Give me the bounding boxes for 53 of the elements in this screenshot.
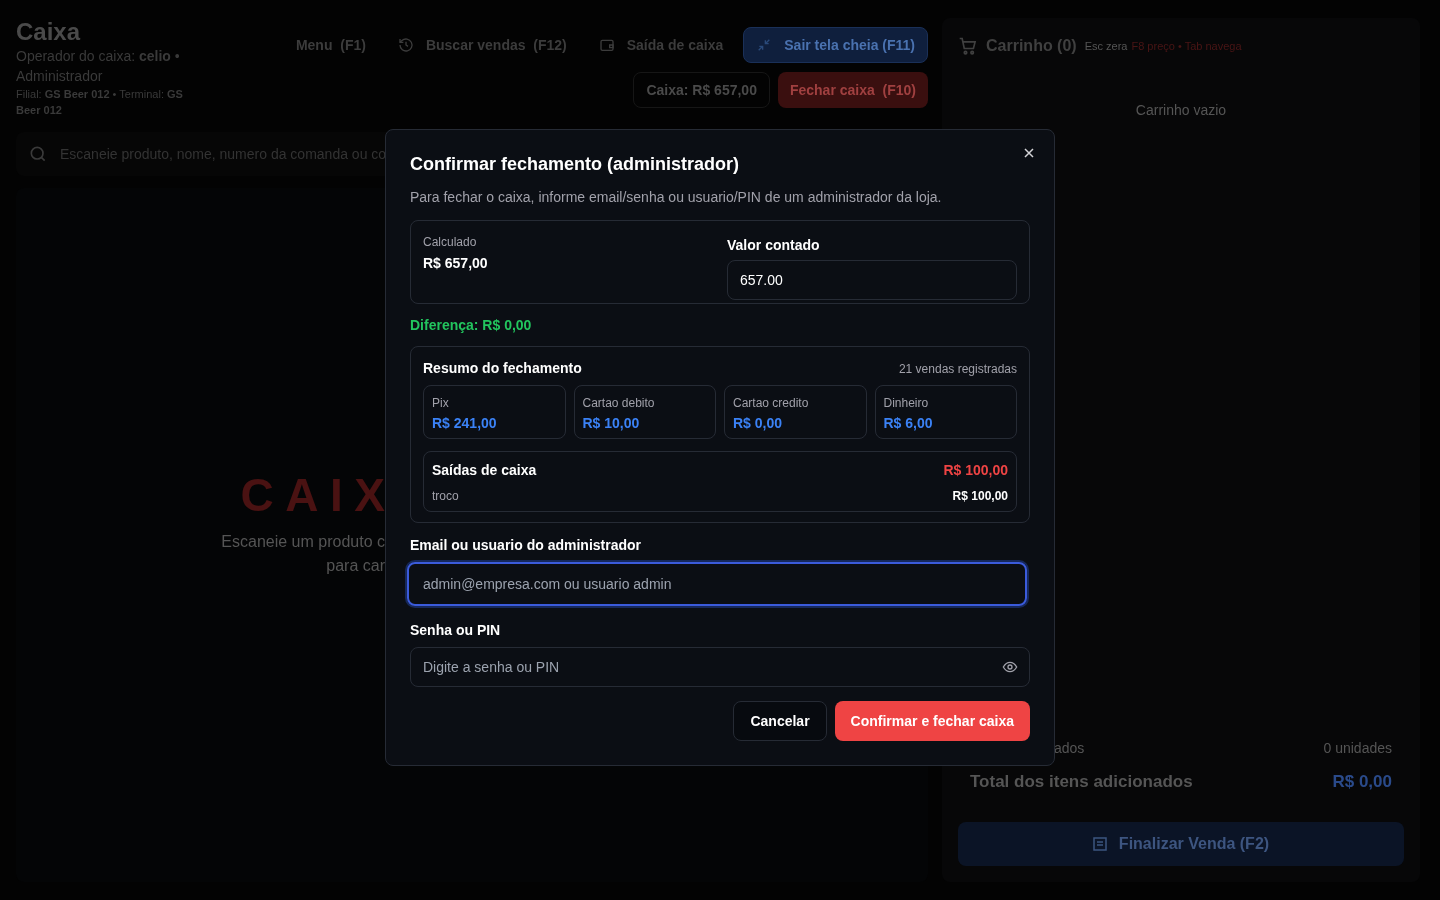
toolbar-button[interactable]: Fechar caixa (F10) [777, 72, 928, 108]
toolbar-button[interactable]: Saída de caixa [586, 27, 736, 63]
payment-amount: R$ 0,00 [733, 414, 784, 433]
empty-message: para car [326, 556, 385, 576]
payment-label: Cartao credito [733, 395, 810, 412]
field-label: Senha ou PIN [410, 621, 502, 640]
payment-amount: R$ 241,00 [432, 414, 498, 433]
items-label: ados [1054, 738, 1085, 758]
sales-count: 21 vendas registradas [898, 360, 1017, 378]
wallet-icon [598, 37, 615, 53]
withdrawals-total: R$ 100,00 [943, 461, 1008, 480]
shortcut-hint: Esc zera [1084, 38, 1128, 54]
payment-label: Pix [432, 395, 450, 412]
toolbar-button[interactable]: Menu (F1) [283, 27, 378, 63]
eye-icon[interactable] [1002, 659, 1018, 675]
units-count: 0 unidades [1323, 738, 1392, 758]
close-icon[interactable] [1022, 146, 1036, 160]
checkout-button[interactable]: Finalizar Venda (F2) [958, 822, 1404, 866]
password-field[interactable]: Digite a senha ou PIN [410, 647, 1030, 687]
cart-title: Carrinho (0) [986, 36, 1077, 56]
history-icon [397, 37, 414, 53]
total-label: Total dos itens adicionados [970, 770, 1193, 793]
confirm-button[interactable]: Confirmar e fechar caixa [834, 701, 1030, 741]
payment-amount: R$ 10,00 [582, 414, 641, 433]
dialog-description: Para fechar o caixa, informe email/senha ou usuario/PIN de um administrador da loja. [410, 188, 943, 207]
empty-cart-text: Carrinho vazio [1134, 101, 1228, 120]
toolbar-button[interactable]: Caixa: R$ 657,00 [633, 72, 770, 108]
difference-text: Diferença: R$ 0,00 [410, 316, 533, 335]
toolbar-button[interactable]: Buscar vendas (F12) [385, 27, 579, 63]
calculated-value: R$ 657,00 [423, 254, 489, 273]
withdrawals-title: Saídas de caixa [432, 461, 537, 480]
page-title: Caixa [16, 18, 82, 46]
field-label: Email ou usuario do administrador [410, 536, 643, 555]
payment-label: Dinheiro [883, 395, 930, 412]
cancel-button[interactable]: Cancelar [733, 701, 827, 741]
withdrawal-amount: R$ 100,00 [952, 488, 1008, 505]
email-field[interactable]: admin@empresa.com ou usuario admin [407, 562, 1027, 606]
cart-icon [958, 36, 978, 56]
total-value: R$ 0,00 [1332, 770, 1392, 793]
withdrawal-label: troco [432, 488, 459, 505]
empty-message: Escaneie um produto c [221, 532, 385, 552]
counted-input[interactable]: 657.00 [727, 260, 1017, 300]
summary-title: Resumo do fechamento [423, 359, 582, 378]
dialog-title: Confirmar fechamento (administrador) [410, 153, 741, 176]
receipt-icon [1092, 837, 1107, 851]
calculated-label: Calculado [423, 234, 478, 251]
shortcut-hint: F8 preço • Tab navega [1131, 38, 1242, 54]
payment-amount: R$ 6,00 [883, 414, 934, 433]
empty-title: CAIX [240, 468, 397, 522]
search-icon [28, 144, 48, 164]
toolbar-button[interactable]: Sair tela cheia (F11) [743, 27, 928, 63]
counted-label: Valor contado [727, 236, 821, 255]
payment-label: Cartao debito [582, 395, 656, 412]
